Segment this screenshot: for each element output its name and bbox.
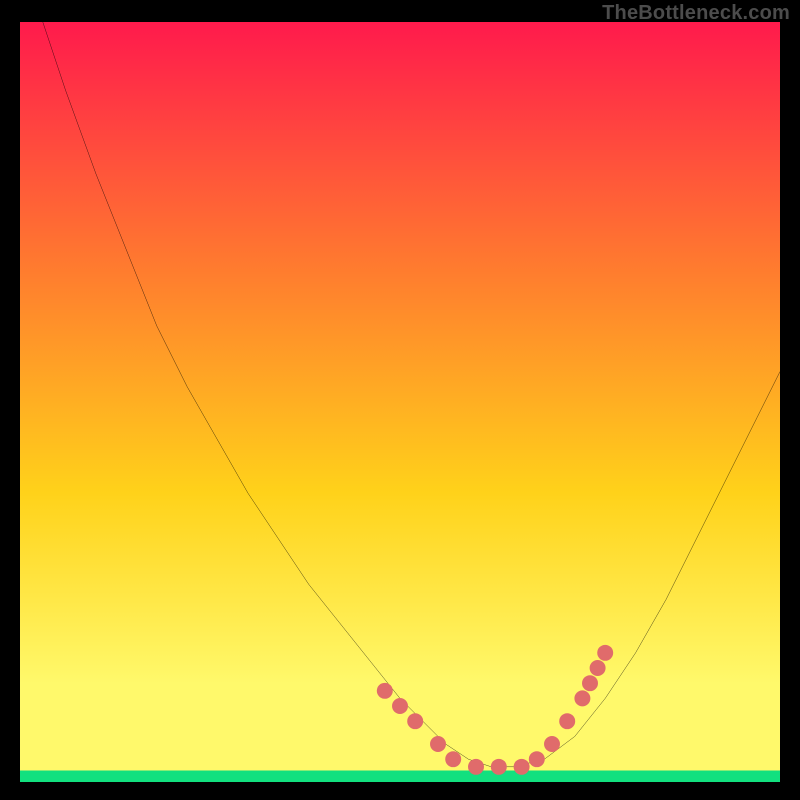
highlight-dot xyxy=(377,683,393,699)
highlight-dot xyxy=(590,660,606,676)
highlight-dot xyxy=(514,759,530,775)
highlight-dot xyxy=(529,751,545,767)
highlight-dot xyxy=(559,713,575,729)
plot-background xyxy=(20,22,780,782)
highlight-dot xyxy=(491,759,507,775)
highlight-dot xyxy=(468,759,484,775)
highlight-dot xyxy=(582,675,598,691)
chart-frame: TheBottleneck.com xyxy=(0,0,800,800)
highlight-dot xyxy=(544,736,560,752)
highlight-dot xyxy=(392,698,408,714)
highlight-dot xyxy=(597,645,613,661)
bottleneck-chart xyxy=(20,22,780,782)
highlight-dot xyxy=(407,713,423,729)
highlight-dot xyxy=(445,751,461,767)
highlight-dot xyxy=(574,690,590,706)
highlight-dot xyxy=(430,736,446,752)
